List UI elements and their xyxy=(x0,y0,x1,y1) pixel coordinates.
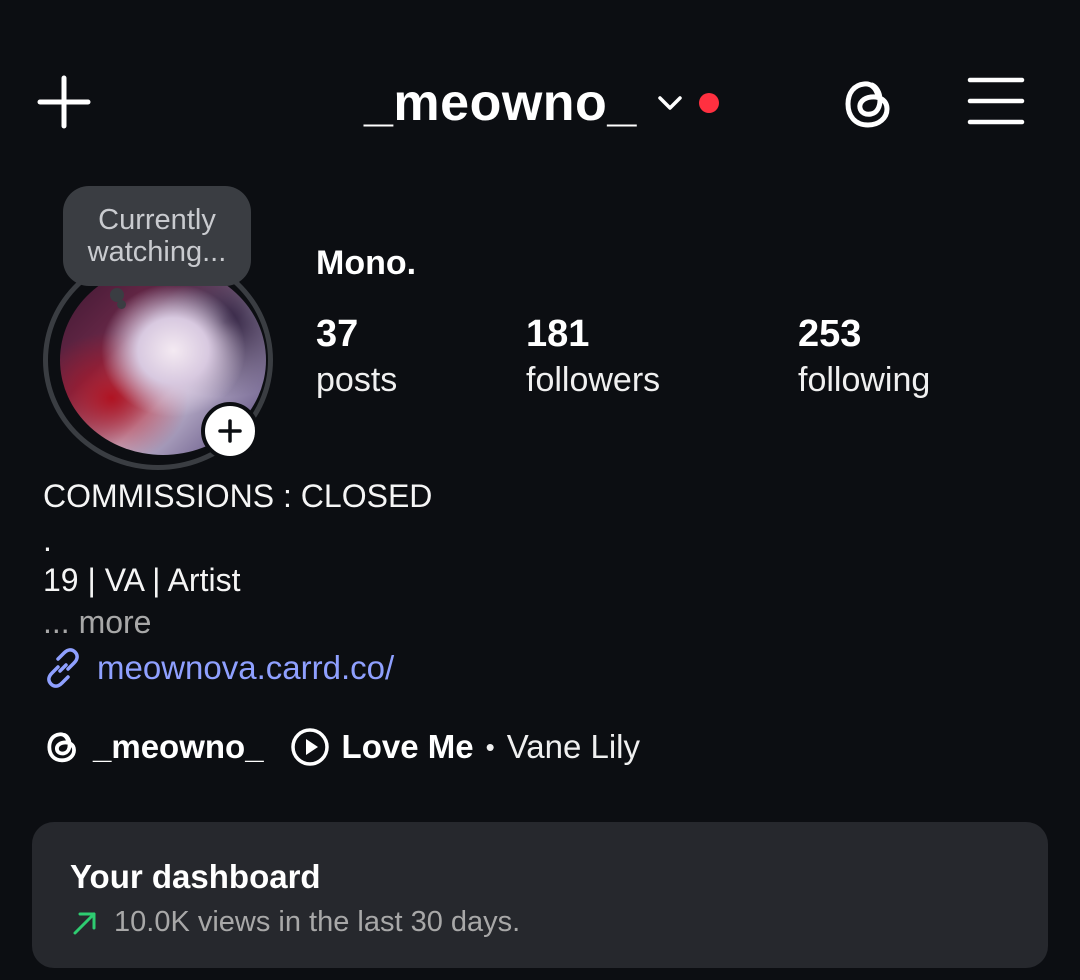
dashboard-subtitle: 10.0K views in the last 30 days. xyxy=(114,906,521,938)
plus-icon xyxy=(218,419,242,443)
bio-link-text: meownova.carrd.co/ xyxy=(97,649,395,686)
bio-line: . xyxy=(43,522,52,558)
profile-chips: _meowno_ Love Me • Vane Lily xyxy=(43,722,640,772)
following-count: 253 xyxy=(798,313,862,355)
dashboard-title: Your dashboard xyxy=(70,858,321,895)
dashboard-card[interactable]: Your dashboard 10.0K views in the last 3… xyxy=(32,822,1048,968)
following-stat[interactable]: 253 following xyxy=(798,312,930,404)
hamburger-menu-icon xyxy=(967,77,1025,125)
menu-button[interactable] xyxy=(966,74,1026,130)
chevron-down-icon xyxy=(657,96,682,110)
display-name: Mono. xyxy=(316,244,417,282)
note-bubble[interactable]: Currently watching... xyxy=(63,186,251,286)
followers-count: 181 xyxy=(526,313,590,355)
threads-handle: _meowno_ xyxy=(93,728,264,765)
bio-link[interactable]: meownova.carrd.co/ xyxy=(43,648,394,688)
bio-line: 19 | VA | Artist xyxy=(43,562,241,598)
threads-chip[interactable]: _meowno_ xyxy=(43,728,264,766)
create-button[interactable] xyxy=(34,72,94,132)
trend-up-arrow-icon xyxy=(73,912,96,934)
separator-dot: • xyxy=(485,731,495,762)
threads-icon xyxy=(47,732,76,763)
note-bubble-tail xyxy=(117,300,126,309)
bio-more-link[interactable]: ... more xyxy=(43,604,151,641)
bio-line: COMMISSIONS : CLOSED xyxy=(43,478,433,514)
song-title: Love Me xyxy=(341,728,474,765)
threads-button[interactable] xyxy=(838,74,898,134)
dashboard-subtitle-row: 10.0K views in the last 30 days. xyxy=(70,906,520,939)
note-text: Currently watching... xyxy=(87,204,227,268)
notification-dot xyxy=(698,93,719,113)
add-story-button[interactable] xyxy=(201,402,259,460)
username: _meowno_ xyxy=(364,74,637,132)
music-chip[interactable]: Love Me • Vane Lily xyxy=(290,727,640,767)
song-artist: Vane Lily xyxy=(506,728,641,765)
followers-label: followers xyxy=(526,361,661,399)
plus-icon xyxy=(37,75,91,129)
following-label: following xyxy=(798,361,931,399)
link-icon xyxy=(47,648,79,688)
account-switcher[interactable]: _meowno_ xyxy=(364,68,719,138)
posts-count: 37 xyxy=(316,313,359,355)
play-circle-icon xyxy=(290,728,329,766)
posts-stat[interactable]: 37 posts xyxy=(316,312,397,404)
posts-label: posts xyxy=(316,361,398,399)
followers-stat[interactable]: 181 followers xyxy=(526,312,660,404)
threads-icon xyxy=(845,81,890,128)
